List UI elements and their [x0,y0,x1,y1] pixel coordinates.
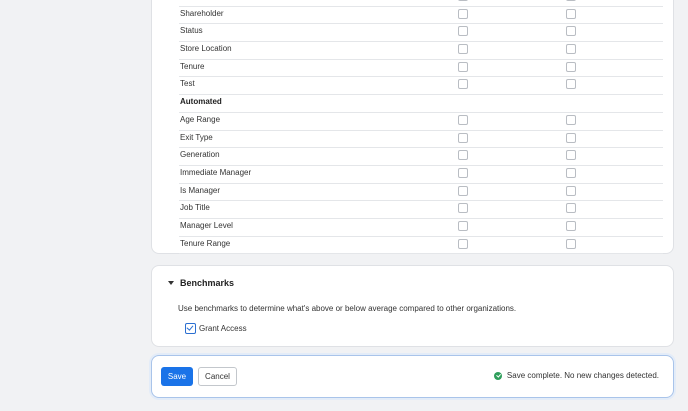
grant-access-option[interactable]: Grant Access [185,323,247,334]
field-label: Status [180,26,203,36]
permission-checkbox-col2[interactable] [566,26,576,37]
group-header-row: Automated [179,95,663,113]
permission-checkbox-col2[interactable] [566,44,576,55]
permission-checkbox-col2[interactable] [566,8,576,19]
field-label: Job Title [180,203,210,213]
field-label: Tenure [180,61,205,71]
field-row: Test [179,77,663,96]
field-row: Exit Type [179,131,663,149]
benchmarks-title: Benchmarks [180,278,235,288]
permission-checkbox-col1[interactable] [458,185,468,196]
fields-table: RelocatableShareholder Status Store Locati… [179,0,663,255]
field-row: Relocatable [179,0,663,7]
grant-access-label: Grant Access [199,324,247,333]
field-row: Job Title [179,201,663,219]
field-label: Store Location [180,44,232,54]
permission-checkbox-col1[interactable] [458,238,468,249]
status-text: Save complete. No new changes detected. [506,371,659,380]
permission-checkbox-col2[interactable] [566,0,576,1]
save-button[interactable]: Save [161,367,193,386]
permission-checkbox-col1[interactable] [458,114,468,125]
field-label: Generation [180,150,220,160]
permission-checkbox-col1[interactable] [458,26,468,37]
check-circle-icon [493,371,502,380]
permission-checkbox-col1[interactable] [458,203,468,214]
field-label: Tenure Range [180,238,231,248]
field-row: Generation [179,148,663,166]
field-label: Exit Type [180,132,213,142]
caret-down-icon[interactable] [168,281,174,285]
permission-checkbox-col1[interactable] [458,8,468,19]
field-row: Status [179,24,663,43]
field-label: Shareholder [180,8,224,18]
permission-checkbox-col2[interactable] [566,185,576,196]
benchmarks-description: Use benchmarks to determine what's above… [178,304,517,313]
field-label: Immediate Manager [180,167,252,177]
benchmarks-header[interactable]: Benchmarks [168,278,234,288]
permission-checkbox-col2[interactable] [566,79,576,90]
field-row: Is Manager [179,184,663,202]
permission-checkbox-col2[interactable] [566,220,576,231]
permission-checkbox-col1[interactable] [458,132,468,143]
permission-checkbox-col2[interactable] [566,167,576,178]
field-row: Age Range [179,113,663,131]
field-row: Tenure Range [179,237,663,255]
permission-checkbox-col2[interactable] [566,132,576,143]
permission-checkbox-col2[interactable] [566,150,576,161]
field-label: Test [180,79,195,89]
field-label: Age Range [180,114,221,124]
fields-permissions-card: RelocatableShareholder Status Store Locati… [151,0,674,255]
field-row: Tenure [179,60,663,78]
field-row: Manager Level [179,219,663,237]
permission-checkbox-col2[interactable] [566,114,576,125]
permission-checkbox-col1[interactable] [458,150,468,161]
permission-checkbox-col2[interactable] [566,203,576,214]
permission-checkbox-col1[interactable] [458,44,468,55]
grant-access-checkbox[interactable] [185,323,196,334]
group-header-label: Automated [180,97,222,107]
permission-checkbox-col1[interactable] [458,167,468,178]
permission-checkbox-col2[interactable] [566,238,576,249]
field-label: Manager Level [180,220,233,230]
field-row: Shareholder [179,7,663,25]
save-status: Save complete. No new changes detected. [493,371,659,380]
permission-checkbox-col1[interactable] [458,61,468,72]
field-row: Store Location [179,42,663,60]
permission-checkbox-col1[interactable] [458,0,468,1]
field-label: Is Manager [180,185,221,195]
cancel-button[interactable]: Cancel [198,367,237,386]
field-row: Immediate Manager [179,166,663,184]
permission-checkbox-col2[interactable] [566,61,576,72]
permission-checkbox-col1[interactable] [458,220,468,231]
benchmarks-card: Benchmarks Use benchmarks to determine w… [151,265,674,347]
footer-bar: Save Cancel Save complete. No new change… [151,355,674,398]
permission-checkbox-col1[interactable] [458,79,468,90]
